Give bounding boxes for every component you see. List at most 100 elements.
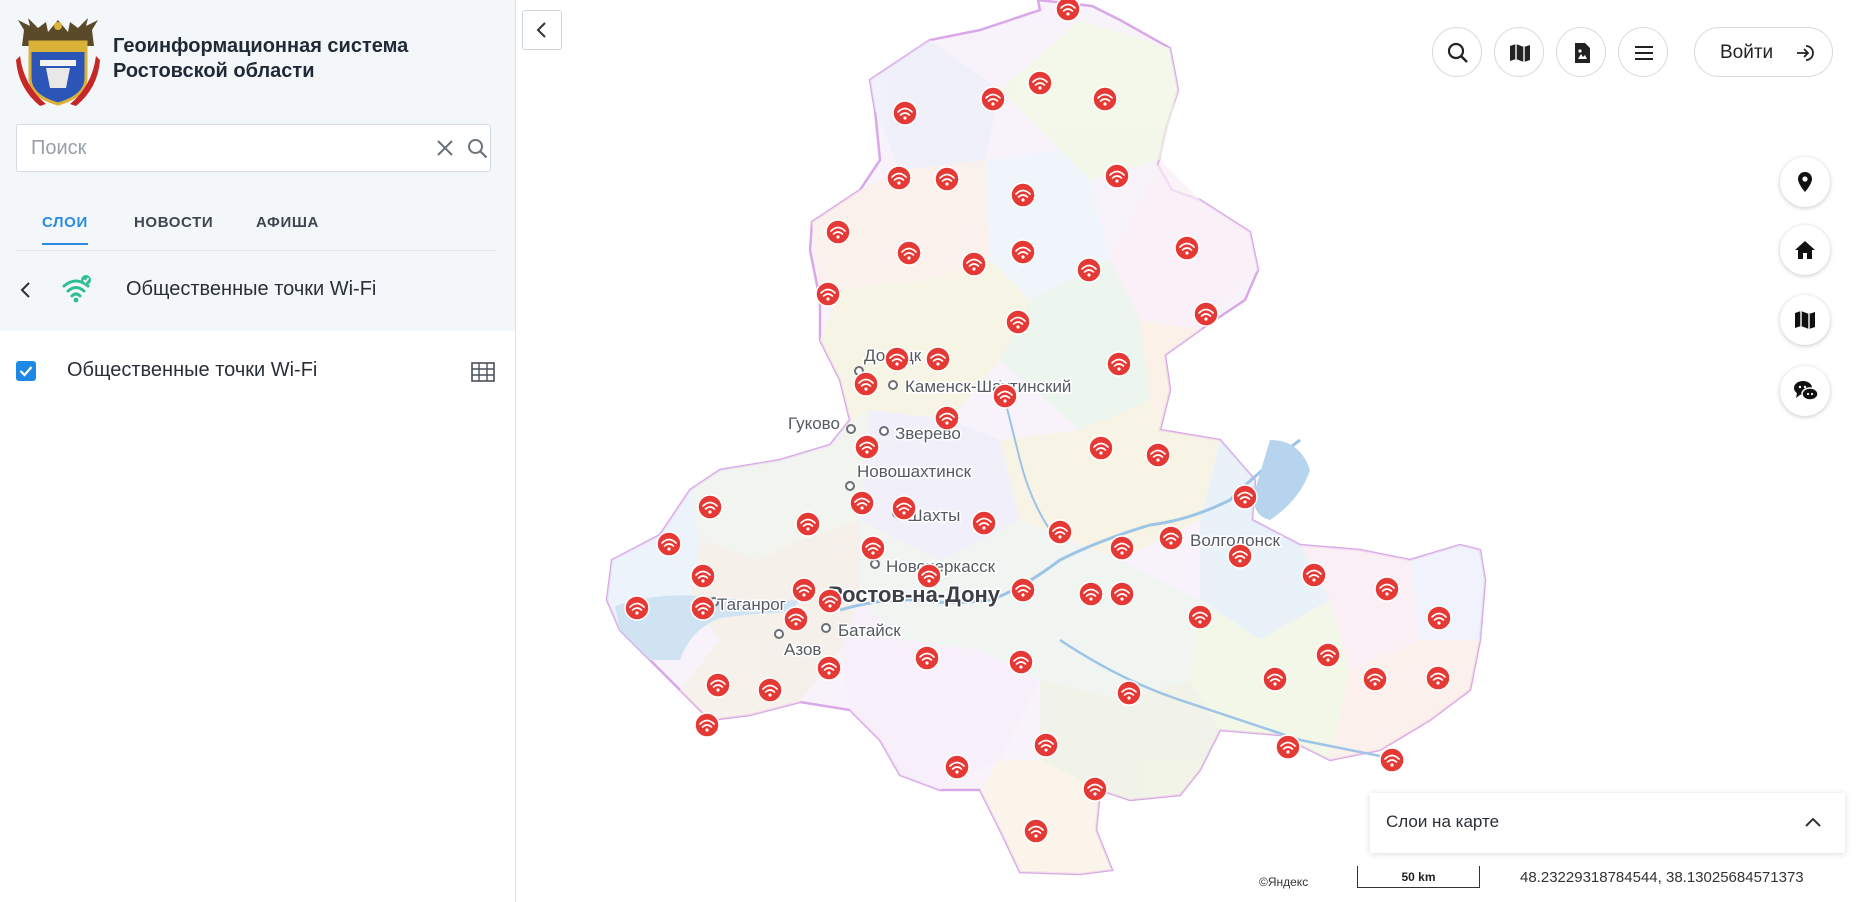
wifi-marker[interactable] — [886, 165, 912, 191]
wifi-marker[interactable] — [757, 677, 783, 703]
wifi-marker[interactable] — [624, 595, 650, 621]
wifi-marker[interactable] — [1033, 732, 1059, 758]
wifi-marker[interactable] — [1109, 581, 1135, 607]
wifi-marker[interactable] — [1315, 642, 1341, 668]
wifi-marker[interactable] — [849, 490, 875, 516]
wifi-marker[interactable] — [1010, 239, 1036, 265]
check-icon — [19, 366, 33, 377]
wifi-marker[interactable] — [783, 606, 809, 632]
wifi-marker[interactable] — [853, 371, 879, 397]
wifi-marker[interactable] — [1082, 776, 1108, 802]
wifi-marker[interactable] — [815, 281, 841, 307]
chevron-up-icon[interactable] — [1803, 812, 1823, 832]
wifi-marker[interactable] — [1227, 543, 1253, 569]
wifi-marker[interactable] — [1005, 309, 1031, 335]
wifi-marker[interactable] — [1008, 649, 1034, 675]
wifi-marker[interactable] — [1426, 605, 1452, 631]
map-icon — [1510, 44, 1530, 62]
wifi-marker[interactable] — [1232, 484, 1258, 510]
menu-button[interactable] — [1618, 27, 1668, 77]
wifi-marker[interactable] — [694, 712, 720, 738]
layer-checkbox[interactable] — [16, 361, 36, 381]
attribute-table-icon[interactable] — [471, 361, 495, 383]
wifi-marker[interactable] — [961, 251, 987, 277]
wifi-marker[interactable] — [914, 645, 940, 671]
wifi-marker[interactable] — [1104, 163, 1130, 189]
wifi-marker[interactable] — [1109, 535, 1135, 561]
wifi-marker[interactable] — [1092, 86, 1118, 112]
my-location-button[interactable] — [1780, 157, 1830, 207]
clear-icon[interactable] — [435, 138, 455, 158]
wifi-marker[interactable] — [791, 577, 817, 603]
wifi-marker[interactable] — [1275, 734, 1301, 760]
map-canvas[interactable]: Донецк Каменск-Шахтинский Гуково Зверево… — [515, 0, 1857, 902]
search-box — [16, 124, 491, 172]
basemap-button[interactable] — [1494, 27, 1544, 77]
wifi-marker[interactable] — [1010, 182, 1036, 208]
search-input[interactable] — [31, 125, 411, 171]
wifi-marker[interactable] — [1174, 235, 1200, 261]
wifi-marker[interactable] — [1088, 435, 1114, 461]
tab-news[interactable]: НОВОСТИ — [134, 214, 213, 231]
wifi-marker[interactable] — [825, 219, 851, 245]
wifi-marker[interactable] — [1047, 519, 1073, 545]
back-arrow-icon[interactable] — [16, 278, 36, 302]
collapse-sidebar-button[interactable] — [522, 10, 562, 50]
map-copyright[interactable]: ©Яндекс — [1259, 875, 1308, 889]
wifi-marker[interactable] — [896, 240, 922, 266]
wifi-marker[interactable] — [884, 346, 910, 372]
wifi-marker[interactable] — [891, 495, 917, 521]
wifi-marker[interactable] — [934, 405, 960, 431]
wifi-marker[interactable] — [1106, 351, 1132, 377]
map-layers-panel[interactable]: Слои на карте — [1370, 793, 1845, 853]
wifi-marker[interactable] — [795, 511, 821, 537]
wifi-marker[interactable] — [980, 86, 1006, 112]
wifi-marker[interactable] — [1374, 576, 1400, 602]
wifi-marker[interactable] — [1158, 525, 1184, 551]
wifi-marker[interactable] — [697, 494, 723, 520]
wifi-marker[interactable] — [816, 655, 842, 681]
wifi-marker[interactable] — [690, 563, 716, 589]
wifi-marker[interactable] — [971, 510, 997, 536]
wifi-marker[interactable] — [1055, 0, 1081, 22]
map-layers-button[interactable] — [1780, 295, 1830, 345]
wifi-marker[interactable] — [860, 535, 886, 561]
wifi-marker[interactable] — [934, 166, 960, 192]
wifi-marker[interactable] — [1078, 581, 1104, 607]
wifi-marker[interactable] — [892, 100, 918, 126]
wifi-marker[interactable] — [656, 531, 682, 557]
wifi-marker[interactable] — [1301, 562, 1327, 588]
wifi-marker[interactable] — [944, 754, 970, 780]
wifi-marker[interactable] — [690, 595, 716, 621]
wifi-marker[interactable] — [925, 346, 951, 372]
chat-button[interactable] — [1780, 366, 1830, 416]
wifi-marker[interactable] — [1010, 577, 1036, 603]
wifi-marker[interactable] — [1145, 442, 1171, 468]
map-view[interactable]: Донецк Каменск-Шахтинский Гуково Зверево… — [515, 0, 1857, 902]
wifi-marker[interactable] — [992, 383, 1018, 409]
layer-group-header: Общественные точки Wi-Fi — [0, 266, 515, 314]
tab-events[interactable]: АФИША — [256, 214, 319, 231]
wifi-marker[interactable] — [1362, 666, 1388, 692]
wifi-marker[interactable] — [1116, 680, 1142, 706]
wifi-marker[interactable] — [1379, 747, 1405, 773]
search-button[interactable] — [1432, 27, 1482, 77]
wifi-marker[interactable] — [1425, 665, 1451, 691]
wifi-marker[interactable] — [1027, 70, 1053, 96]
export-button[interactable] — [1556, 27, 1606, 77]
wifi-marker[interactable] — [705, 672, 731, 698]
login-button[interactable]: Войти — [1694, 27, 1833, 77]
wifi-marker[interactable] — [1076, 257, 1102, 283]
wifi-marker[interactable] — [1262, 666, 1288, 692]
wifi-marker[interactable] — [1187, 604, 1213, 630]
wifi-marker[interactable] — [854, 434, 880, 460]
tab-layers[interactable]: СЛОИ — [42, 214, 88, 245]
layer-group-title: Общественные точки Wi-Fi — [126, 278, 377, 300]
search-icon[interactable] — [467, 138, 488, 159]
home-extent-button[interactable] — [1780, 225, 1830, 275]
city-label-novoshakhtinsk: Новошахтинск — [857, 462, 972, 481]
wifi-marker[interactable] — [916, 563, 942, 589]
wifi-marker[interactable] — [1193, 301, 1219, 327]
wifi-marker[interactable] — [817, 588, 843, 614]
wifi-marker[interactable] — [1023, 818, 1049, 844]
